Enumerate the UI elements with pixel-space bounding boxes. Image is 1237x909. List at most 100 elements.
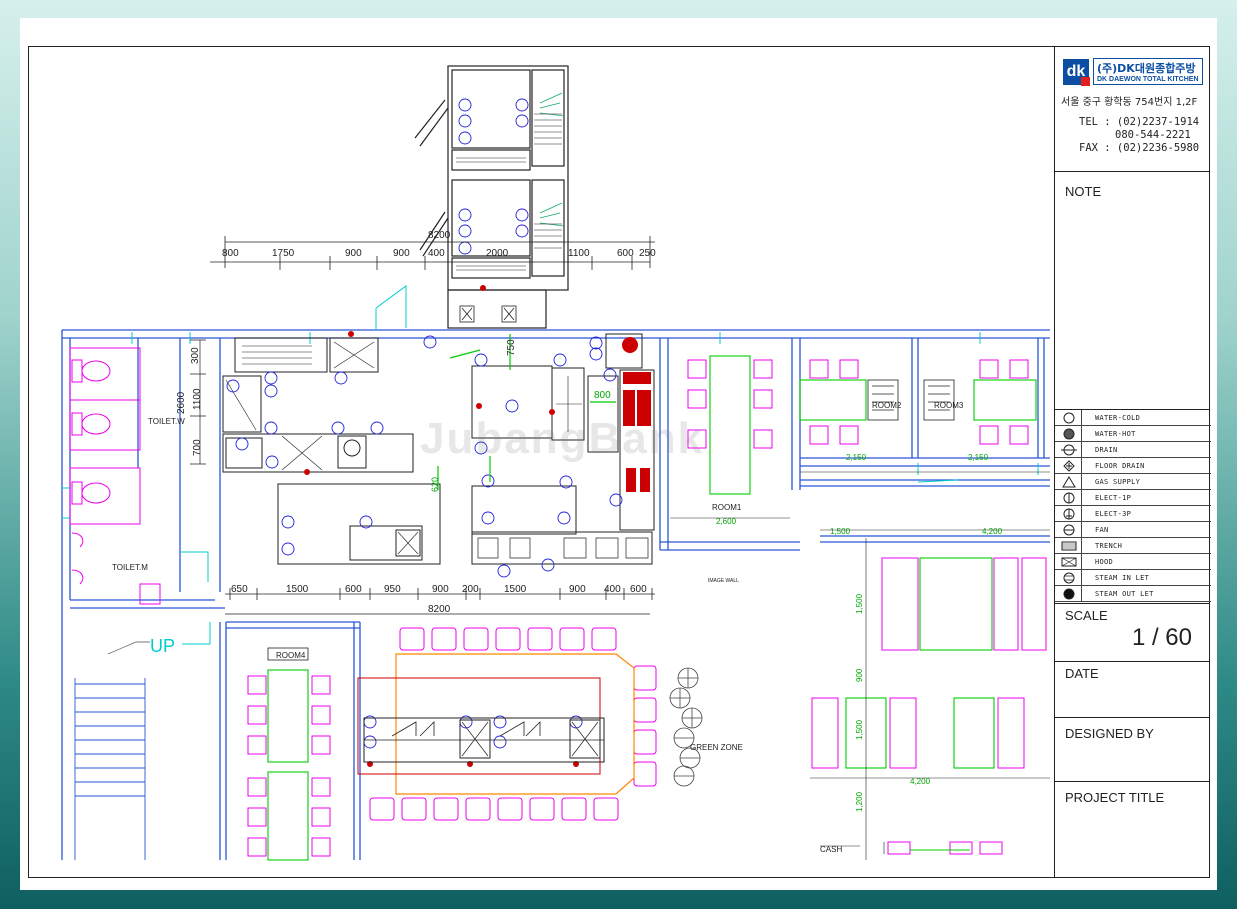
dim-top: 400 [428, 248, 445, 259]
dim-bottom: 400 [604, 584, 621, 595]
vdim: 1100 [192, 388, 203, 410]
dims-top: 800 1750 900 900 400 2000 1100 600 250 8… [222, 230, 656, 259]
company-logo-text: (주)DK대원종합주방 DK DAEWON TOTAL KITCHEN [1093, 58, 1203, 85]
label-room3: ROOM3 [934, 401, 964, 410]
legend-row: WATER-HOT [1055, 426, 1211, 442]
fan-icon [1057, 522, 1082, 538]
room-dim: 900 [855, 668, 864, 682]
legend-text: TRENCH [1095, 542, 1123, 550]
scale-value: 1 / 60 [1131, 624, 1192, 651]
dim-bottom: 200 [462, 584, 479, 595]
walls [61, 329, 1050, 860]
project-title-cell: PROJECT TITLE [1055, 782, 1210, 878]
room-dim: 2,150 [846, 453, 867, 462]
upper-storage [414, 65, 569, 329]
legend-row: FAN [1055, 522, 1211, 538]
legend-cell: WATER-COLD WATER-HOT DRAIN FLOOR DRAIN GAS S… [1055, 410, 1211, 604]
vdim: 700 [192, 439, 203, 456]
dim-bottom: 1500 [286, 584, 309, 595]
label-cash: CASH [820, 845, 842, 854]
dims-bottom: 650 1500 600 950 900 200 1500 900 400 60… [231, 584, 647, 615]
company-tel: TEL : (02)2237-1914 [1079, 116, 1200, 128]
svg-text:620: 620 [430, 477, 440, 492]
dim-bottom: 900 [569, 584, 586, 595]
room-dim: 1,200 [855, 791, 864, 812]
green-zone-plants [669, 667, 703, 787]
company-name-kr: (주)DK대원종합주방 [1097, 62, 1196, 75]
stairs [74, 641, 150, 860]
elect-3p-icon [1057, 506, 1082, 522]
equipment-tags [226, 335, 623, 749]
dim-bottom: 650 [231, 584, 248, 595]
label-room4: ROOM4 [276, 651, 306, 660]
legend-row: DRAIN [1055, 442, 1211, 458]
company-fax: FAX : (02)2236-5980 [1079, 142, 1200, 154]
room-dim: 1,500 [830, 527, 851, 536]
dim-top: 900 [393, 248, 410, 259]
dim-total-bottom: 8200 [428, 604, 451, 615]
legend-row: WATER-COLD [1055, 410, 1211, 426]
label-room2: ROOM2 [872, 401, 902, 410]
room-dim: 4,200 [910, 777, 931, 786]
trench-icon [1057, 538, 1082, 554]
label-green-zone: GREEN ZONE [690, 743, 743, 752]
legend-row: GAS SUPPLY [1055, 474, 1211, 490]
scale-label: SCALE [1065, 608, 1108, 623]
legend-text: GAS SUPPLY [1095, 478, 1141, 486]
legend-text: FLOOR DRAIN [1095, 462, 1145, 470]
dim-top: 1100 [568, 248, 590, 259]
vdim: 2600 [176, 391, 187, 414]
legend-text: HOOD [1095, 558, 1114, 566]
legend-row: FLOOR DRAIN [1055, 458, 1211, 474]
circle-icon [1057, 410, 1082, 426]
dim-top: 2000 [486, 248, 509, 259]
dim-total-top: 8200 [428, 230, 451, 241]
company-address: 서울 중구 황학동 754번지 1,2F [1061, 97, 1198, 108]
room-dim: 4,200 [982, 527, 1003, 536]
label-image-wall: IMAGE WALL [708, 578, 739, 584]
legend-text: WATER-COLD [1095, 414, 1141, 422]
steam-inlet-icon [1057, 570, 1082, 586]
company-tel2: 080-544-2221 [1115, 129, 1191, 141]
title-block: dk (주)DK대원종합주방 DK DAEWON TOTAL KITCHEN 서… [1054, 46, 1211, 878]
vdim: 300 [190, 347, 201, 364]
triangle-icon [1057, 474, 1082, 490]
dim-top: 600 [617, 248, 634, 259]
label-toilet-m: TOILET.M [112, 563, 148, 572]
steam-outlet-icon [1057, 586, 1082, 602]
dim-top: 1750 [272, 248, 295, 259]
legend-text: WATER-HOT [1095, 430, 1136, 438]
room-dim: 2,150 [968, 453, 989, 462]
room-dim: 1,500 [855, 719, 864, 740]
label-up: UP [150, 636, 175, 656]
legend-text: STEAM OUT LET [1095, 590, 1154, 598]
dim-bottom: 600 [630, 584, 647, 595]
company-name-en: DK DAEWON TOTAL KITCHEN [1097, 76, 1199, 83]
designed-by-cell: DESIGNED BY [1055, 718, 1210, 782]
legend-row: TRENCH [1055, 538, 1211, 554]
vdim: 750 [506, 339, 517, 356]
note-label: NOTE [1065, 184, 1102, 199]
dim-bottom: 1500 [504, 584, 527, 595]
watermark: JubangBank [420, 414, 705, 463]
dim-top: 900 [345, 248, 362, 259]
dim-bottom: 900 [432, 584, 449, 595]
legend-row: STEAM OUT LET [1055, 586, 1211, 602]
date-label: DATE [1065, 666, 1099, 681]
room-dim: 1,500 [855, 593, 864, 614]
dim-top: 250 [639, 248, 656, 259]
dim-bottom: 600 [345, 584, 362, 595]
company-logo-icon: dk [1063, 58, 1090, 86]
legend-text: DRAIN [1095, 446, 1118, 454]
hatched-circle-icon [1057, 426, 1082, 442]
drain-icon [1057, 442, 1082, 458]
note-cell: NOTE [1055, 172, 1210, 410]
elect-1p-icon [1057, 490, 1082, 506]
dim-bottom: 950 [384, 584, 401, 595]
legend-text: STEAM IN LET [1095, 574, 1150, 582]
company-cell: dk (주)DK대원종합주방 DK DAEWON TOTAL KITCHEN 서… [1055, 46, 1210, 172]
legend-row: ELECT-3P [1055, 506, 1211, 522]
dim-green: 800 [594, 390, 611, 401]
central-counter [357, 653, 635, 795]
drawing-sheet: 800 1750 900 900 400 2000 1100 600 250 8… [20, 18, 1217, 890]
